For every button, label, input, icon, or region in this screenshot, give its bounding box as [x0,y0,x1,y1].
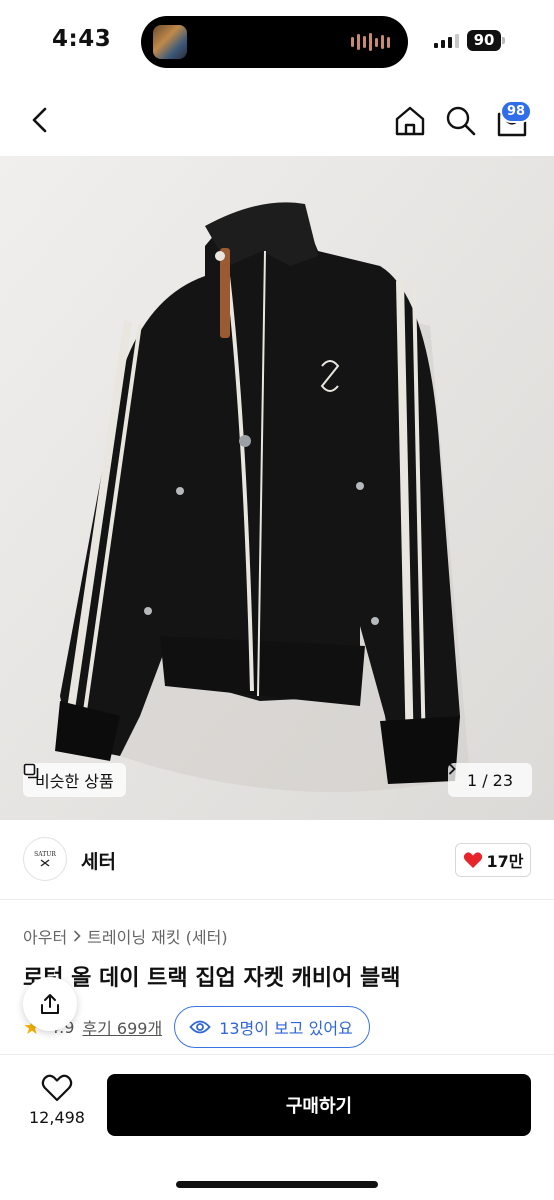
signal-icon [434,34,459,48]
cart-count-badge: 98 [500,100,533,123]
nav-bar: 98 [0,84,554,156]
breadcrumb: 아우터 트레이닝 재킷 (세터) [23,924,228,948]
wishlist-count: 12,498 [29,1108,85,1127]
store-logo-text: SATUR [34,850,56,858]
home-indicator [176,1181,378,1188]
store-logo[interactable]: SATUR [23,837,67,881]
product-title: 로턴 올 데이 트랙 집업 자켓 캐비어 블랙 [23,966,401,991]
similar-products-label: 비슷한 상품 [35,772,114,791]
now-playing-artwork [153,25,187,59]
store-like-button[interactable]: 17만 [455,843,531,877]
now-playing-waveform-icon [351,33,390,51]
status-bar: 4:43 90 [0,0,554,84]
similar-products-button[interactable]: 비슷한 상품 [23,763,126,797]
bottom-action-bar: 12,498 구매하기 [0,1054,554,1200]
store-logo-mark-icon [40,858,50,867]
back-chevron-icon[interactable] [26,104,56,136]
heart-outline-icon [41,1074,73,1102]
chevron-right-icon [449,763,456,775]
status-time: 4:43 [52,26,112,52]
search-icon[interactable] [444,104,478,138]
viewers-text: 13명이 보고 있어요 [219,1019,353,1038]
eye-icon [189,1020,211,1034]
breadcrumb-item-category[interactable]: 아우터 [23,924,67,948]
product-photo [0,156,554,820]
image-pager[interactable]: 1 / 23 [448,763,532,797]
breadcrumb-item-subcategory[interactable]: 트레이닝 재킷 (세터) [87,924,227,948]
heart-filled-icon [463,852,482,868]
product-image-gallery[interactable]: 비슷한 상품 1 / 23 [0,156,554,820]
reviews-link[interactable]: 후기 699개 [82,1015,162,1039]
store-row[interactable]: SATUR 세터 17만 [0,820,554,900]
share-icon [41,994,59,1014]
buy-button[interactable]: 구매하기 [107,1074,531,1136]
wishlist-button[interactable]: 12,498 [24,1073,90,1159]
share-button[interactable] [23,977,77,1031]
battery-cap [502,37,505,44]
dynamic-island[interactable] [141,16,408,68]
image-pager-label: 1 / 23 [466,770,514,790]
chevron-right-icon [74,930,81,942]
store-like-count: 17만 [486,852,524,871]
home-icon[interactable] [393,104,427,138]
battery-icon: 90 [467,30,501,51]
store-name[interactable]: 세터 [81,847,116,874]
viewers-pill: 13명이 보고 있어요 [174,1006,370,1048]
similar-products-icon [23,763,39,779]
